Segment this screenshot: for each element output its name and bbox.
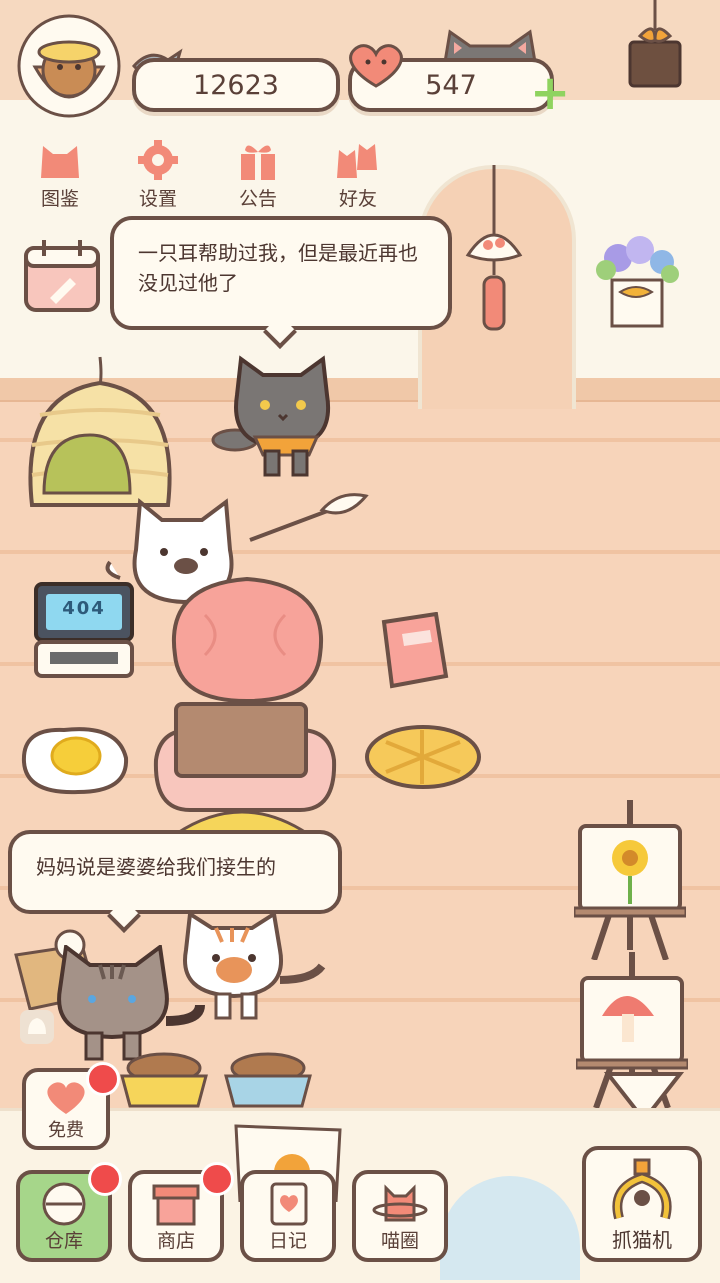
nav-diary[interactable]: 日记	[240, 1170, 336, 1262]
heart-icon	[42, 1078, 90, 1116]
gear-icon	[133, 140, 183, 180]
hearts-count: 547	[425, 69, 477, 101]
waffle-cushion[interactable]	[362, 722, 484, 792]
speech-bubble-bottom-text: 妈妈说是婆婆给我们接生的	[36, 855, 276, 879]
menu-announcement[interactable]: 公告	[218, 140, 298, 211]
pink-book[interactable]	[380, 611, 452, 690]
shortcut-toggle-icon[interactable]	[18, 1008, 56, 1046]
menu-catalog[interactable]: 图鉴	[20, 140, 100, 211]
menu-settings[interactable]: 设置	[118, 140, 198, 211]
nav-diary-label: 日记	[268, 1230, 307, 1252]
free-gift-label: 免费	[48, 1120, 84, 1141]
menu-settings-label: 设置	[138, 188, 177, 210]
wind-chime[interactable]	[462, 165, 526, 335]
heart-icon	[344, 40, 408, 90]
gift-icon	[233, 140, 283, 180]
friends-icon	[333, 140, 383, 180]
food-bowl-blue[interactable]	[222, 1048, 314, 1110]
calendar-icon[interactable]	[22, 238, 102, 314]
kotatsu-table[interactable]	[150, 700, 340, 815]
free-gift-badge	[86, 1062, 120, 1096]
fried-egg-rug[interactable]	[18, 722, 130, 796]
gray-cat-character[interactable]	[205, 355, 355, 480]
speech-bubble-top-text: 一只耳帮助过我，但是最近再也没见过他了	[138, 241, 418, 295]
food-bowl-yellow[interactable]	[118, 1048, 210, 1110]
menu-catalog-label: 图鉴	[40, 188, 79, 210]
claw-icon	[607, 1158, 677, 1224]
laptop-device[interactable]: 404	[32, 580, 136, 680]
claw-machine-label: 抓猫机	[612, 1228, 672, 1252]
menu-announcement-label: 公告	[238, 188, 277, 210]
flower-bouquet[interactable]	[576, 230, 686, 330]
diary-icon	[260, 1180, 316, 1226]
nav-shop-label: 商店	[156, 1230, 195, 1252]
fish-counter: 12623	[132, 58, 340, 112]
shop-icon	[148, 1180, 204, 1226]
speech-bubble-bottom: 妈妈说是婆婆给我们接生的	[8, 830, 342, 914]
cat-face-icon	[35, 140, 85, 180]
laptop-screen-text: 404	[62, 598, 106, 619]
player-avatar[interactable]	[10, 12, 128, 120]
gray-tabby-cat-character[interactable]	[50, 943, 210, 1063]
planet-cat-icon	[372, 1180, 428, 1226]
nav-warehouse-label: 仓库	[44, 1230, 83, 1252]
pink-beanbag[interactable]	[165, 575, 330, 705]
fish-count: 12623	[193, 69, 279, 101]
hanging-gift-decoration[interactable]	[620, 0, 690, 95]
nav-meow-circle-label: 喵圈	[380, 1230, 419, 1252]
menu-friends-label: 好友	[338, 188, 377, 210]
speech-bubble-top: 一只耳帮助过我，但是最近再也没见过他了	[110, 216, 452, 330]
add-hearts-button[interactable]: +	[530, 69, 570, 117]
menu-friends[interactable]: 好友	[318, 140, 398, 211]
sunflower-painting-easel[interactable]	[572, 800, 688, 961]
nav-shop-badge	[200, 1162, 234, 1196]
nav-warehouse-badge	[88, 1162, 122, 1196]
nav-meow-circle[interactable]: 喵圈	[352, 1170, 448, 1262]
warehouse-icon	[36, 1180, 92, 1226]
claw-machine-button[interactable]: 抓猫机	[582, 1146, 702, 1262]
